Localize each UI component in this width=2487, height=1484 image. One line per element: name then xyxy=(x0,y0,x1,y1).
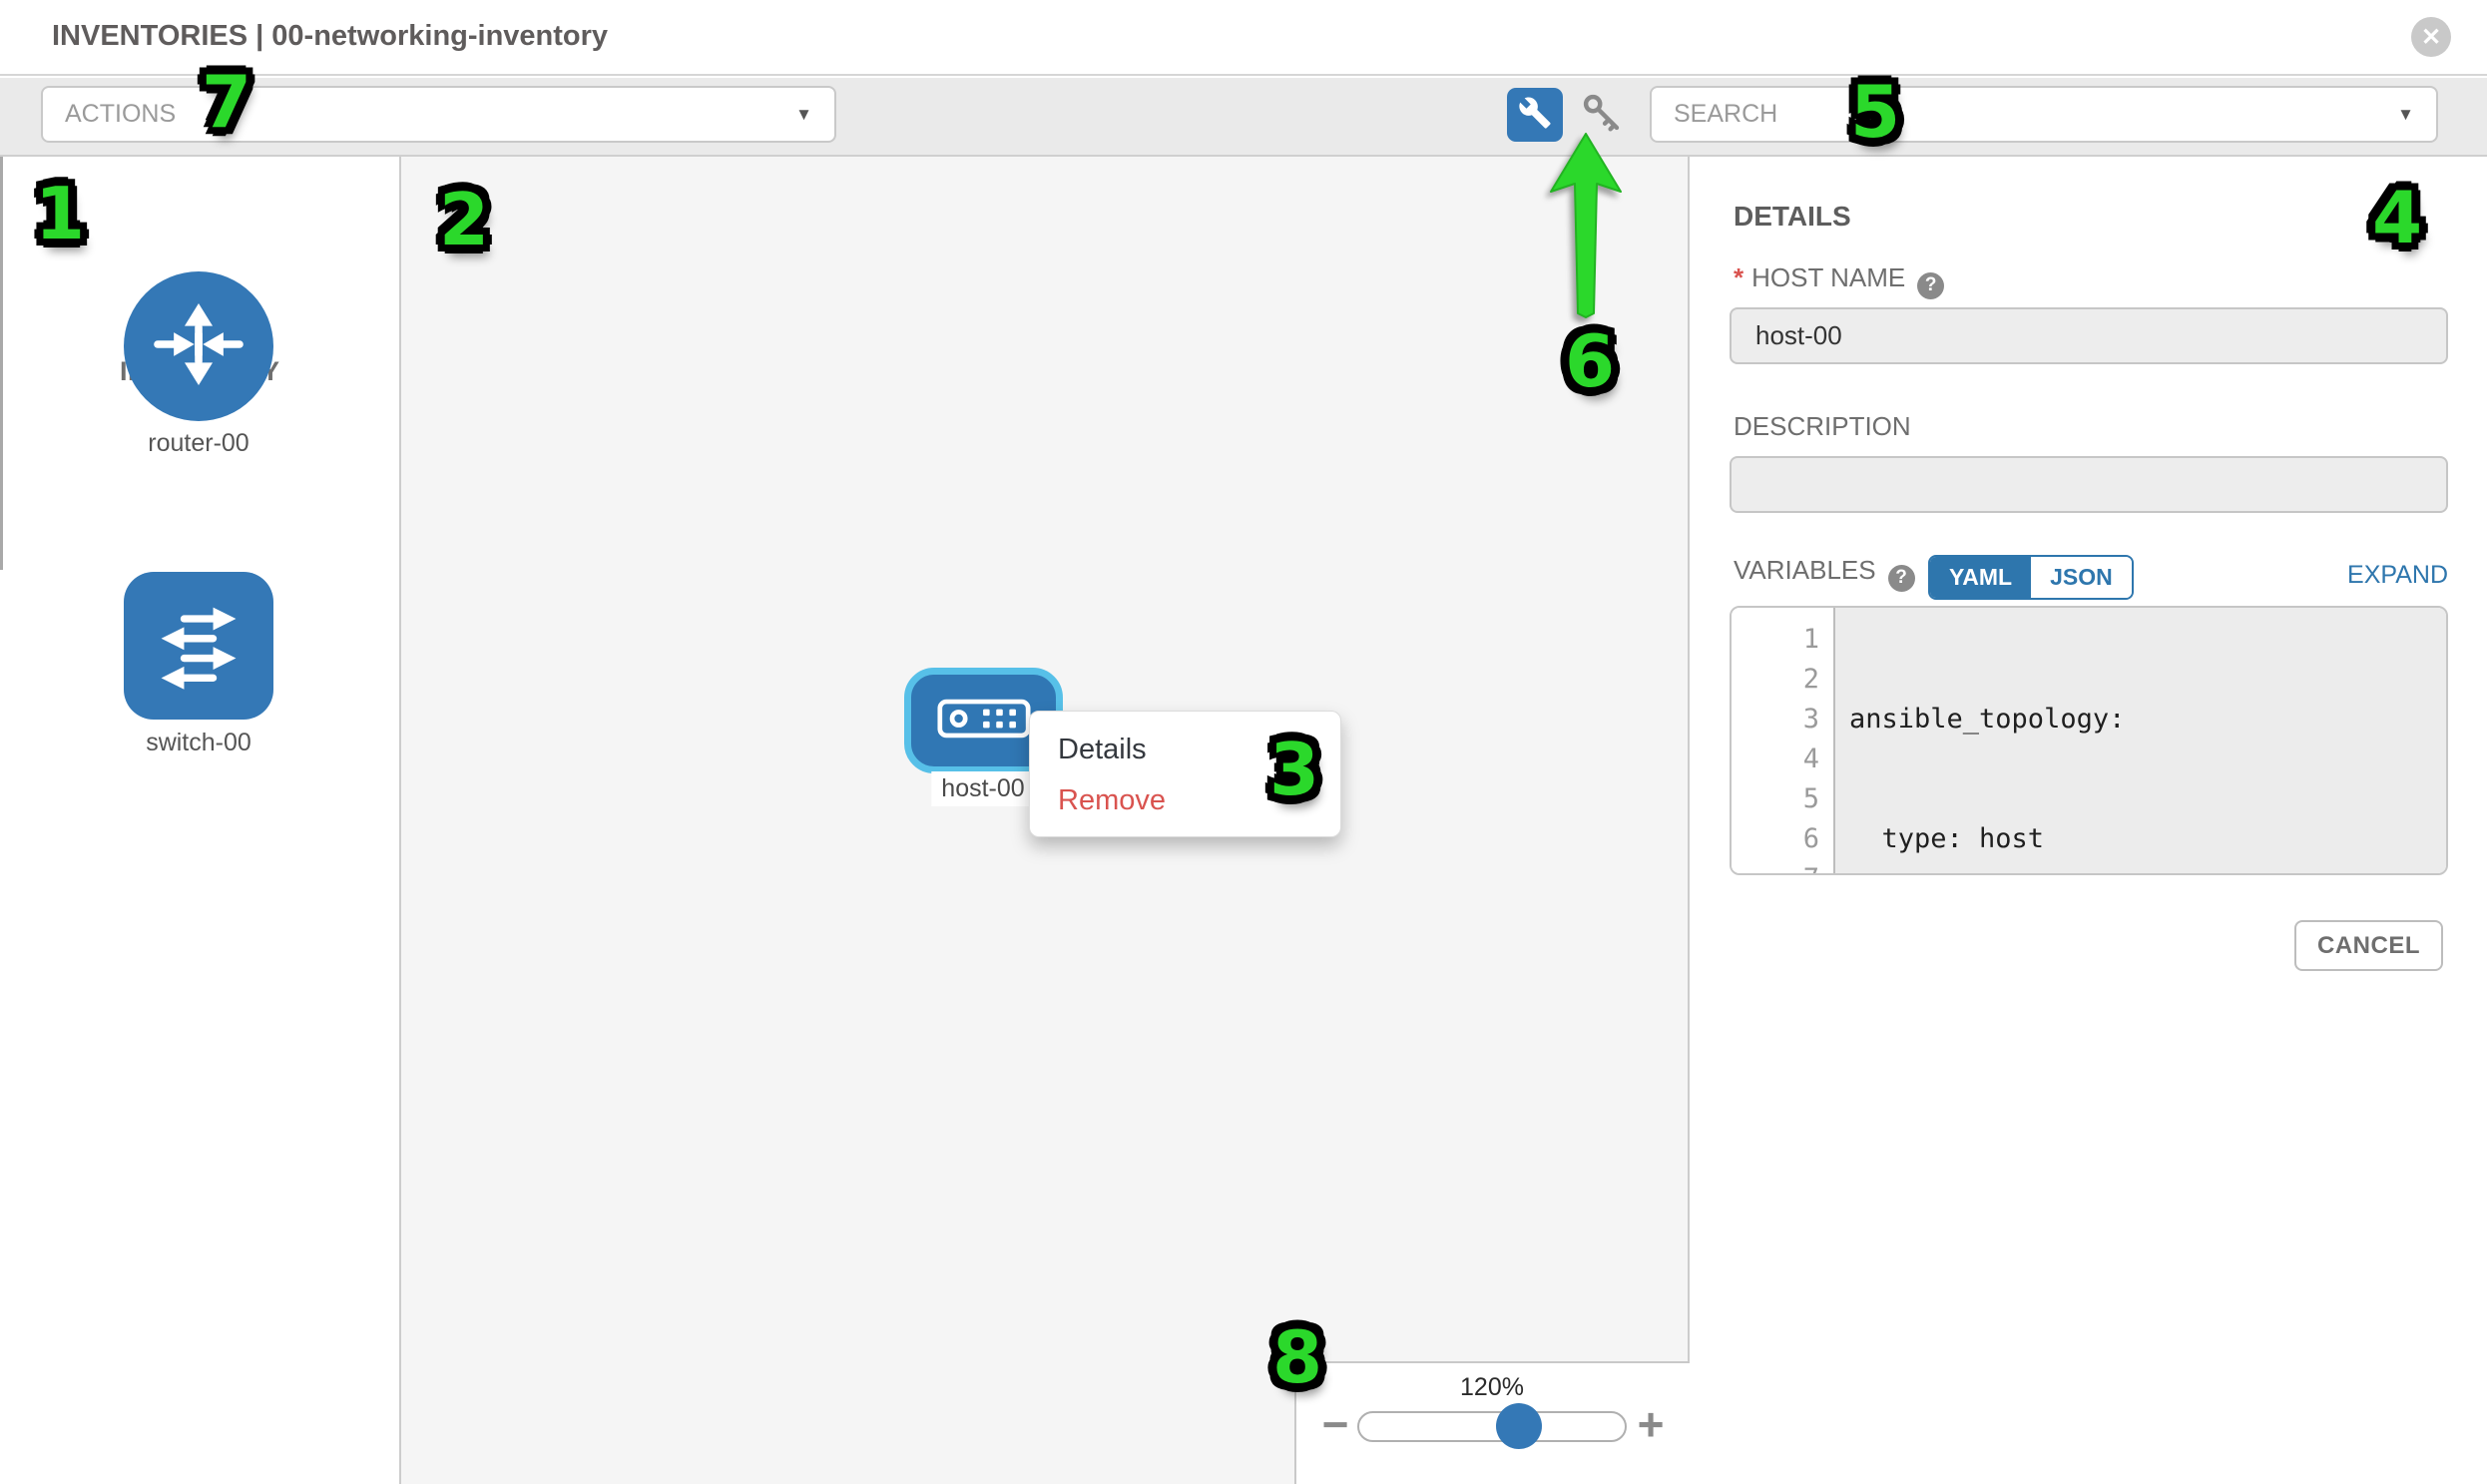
help-icon[interactable]: ? xyxy=(1888,565,1915,592)
sidebar-item-switch[interactable] xyxy=(124,572,273,720)
chevron-down-icon: ▼ xyxy=(795,105,812,125)
annotation-8: 8 xyxy=(1272,1315,1322,1399)
cancel-button[interactable]: CANCEL xyxy=(2294,920,2443,971)
actions-dropdown[interactable]: ACTIONS ▼ xyxy=(41,86,836,143)
annotation-2: 2 xyxy=(439,178,489,261)
required-asterisk: * xyxy=(1734,262,1743,292)
page-title: INVENTORIES | 00-networking-inventory xyxy=(52,20,608,53)
variables-row: VARIABLES? YAML JSON EXPAND xyxy=(1734,555,2448,599)
search-dropdown[interactable]: SEARCH ▼ xyxy=(1650,86,2438,143)
help-icon[interactable]: ? xyxy=(1917,272,1944,299)
annotation-6: 6 xyxy=(1565,319,1615,403)
close-button[interactable]: ✕ xyxy=(2411,17,2451,57)
router-label: router-00 xyxy=(49,429,348,458)
toolbar: ACTIONS ▼ SEARCH ▼ xyxy=(0,78,2487,157)
switch-label: switch-00 xyxy=(49,729,348,757)
variables-code-editor[interactable]: 1 2 3 4 5 6 7 ansible_topology: type: ho… xyxy=(1730,606,2448,875)
sidebar-item-router[interactable] xyxy=(124,271,273,421)
editor-code-content: ansible_topology: type: host name: host-… xyxy=(1835,608,2446,873)
variables-format-toggle: YAML JSON xyxy=(1928,555,2134,600)
zoom-slider-thumb[interactable] xyxy=(1496,1403,1542,1449)
actions-dropdown-label: ACTIONS xyxy=(65,100,176,129)
zoom-in-button[interactable]: + xyxy=(1631,1397,1671,1451)
annotation-7: 7 xyxy=(202,60,251,144)
close-icon: ✕ xyxy=(2421,23,2441,52)
switch-icon xyxy=(147,592,250,701)
yaml-toggle[interactable]: YAML xyxy=(1930,557,2031,598)
description-label: DESCRIPTION xyxy=(1734,411,1911,442)
json-toggle[interactable]: JSON xyxy=(2031,557,2132,598)
variables-label: VARIABLES xyxy=(1734,555,1876,585)
host-name-label: *HOST NAME? xyxy=(1734,262,1944,299)
annotation-4: 4 xyxy=(2372,176,2422,259)
app-window: INVENTORIES | 00-networking-inventory ✕ … xyxy=(0,0,2487,1484)
details-panel-title: DETAILS xyxy=(1734,201,1851,233)
expand-link[interactable]: EXPAND xyxy=(2347,561,2448,590)
annotation-arrow-icon xyxy=(1537,128,1635,322)
description-input[interactable] xyxy=(1730,456,2448,513)
search-dropdown-label: SEARCH xyxy=(1674,100,1777,129)
annotation-3: 3 xyxy=(1269,728,1319,811)
annotation-1: 1 xyxy=(35,172,85,255)
sidebar-scrollbar[interactable] xyxy=(0,157,3,570)
host-name-input[interactable] xyxy=(1730,307,2448,364)
editor-line-numbers: 1 2 3 4 5 6 7 xyxy=(1732,608,1835,873)
host-node-label: host-00 xyxy=(931,771,1034,806)
chevron-down-icon: ▼ xyxy=(2397,105,2414,125)
header-bar: INVENTORIES | 00-networking-inventory ✕ xyxy=(0,0,2487,76)
router-icon xyxy=(145,290,252,403)
zoom-slider-track[interactable] xyxy=(1357,1411,1627,1442)
host-icon xyxy=(937,699,1031,743)
zoom-out-button[interactable]: − xyxy=(1315,1397,1355,1451)
annotation-5: 5 xyxy=(1850,70,1900,154)
